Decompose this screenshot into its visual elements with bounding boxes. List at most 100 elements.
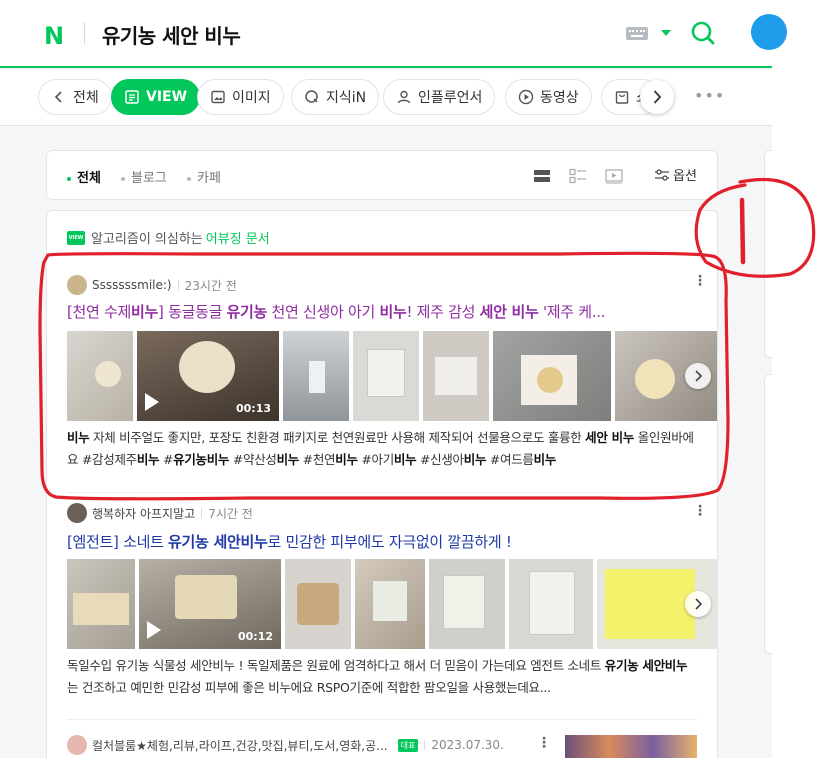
tab-label: 인플루언서 xyxy=(418,90,483,106)
filter-label: 블로그 xyxy=(131,171,167,186)
document-icon xyxy=(125,90,139,104)
result-description: 비누 자체 비주얼도 좋지만, 포장도 친환경 패키지로 천연원료만 사용해 제… xyxy=(67,430,694,467)
chevron-right-icon xyxy=(695,370,703,382)
avatar xyxy=(67,275,87,295)
results-list: VIEW 알고리즘이 의심하는 어뷰징 문서 Sssssssmile:) 23시… xyxy=(46,210,718,758)
thumbnail-image[interactable] xyxy=(67,331,133,421)
filter-blog[interactable]: 블로그 xyxy=(121,167,167,186)
video-thumbnail[interactable]: 00:12 xyxy=(139,559,281,649)
list-view-icon[interactable] xyxy=(533,168,551,184)
thumbnails-next-button[interactable] xyxy=(685,591,711,617)
tab-label: 지식iN xyxy=(326,90,367,106)
image-icon xyxy=(211,90,225,104)
divider xyxy=(67,719,697,720)
play-icon xyxy=(518,89,534,105)
thumbnail-view-icon[interactable] xyxy=(569,168,587,184)
page-right-margin xyxy=(772,0,816,758)
tab-all[interactable]: 전체 xyxy=(38,79,112,115)
keyboard-icon[interactable] xyxy=(626,27,648,40)
thumbnail-image[interactable] xyxy=(355,559,425,649)
more-options-icon[interactable]: ⋮ xyxy=(537,736,551,750)
play-icon xyxy=(147,621,161,639)
filter-label: 전체 xyxy=(77,171,101,186)
profile-button[interactable] xyxy=(751,14,787,50)
search-query-input[interactable]: 유기농 세안 비누 xyxy=(102,20,241,49)
view-badge-icon: VIEW xyxy=(67,230,85,245)
result-title[interactable]: [엠전트] 소네트 유기농 세안비누로 민감한 피부에도 자극없이 깔끔하게 ! xyxy=(67,531,697,552)
filter-cafe[interactable]: 카페 xyxy=(187,167,221,186)
search-button[interactable] xyxy=(690,20,716,46)
tab-label: 이미지 xyxy=(232,90,271,106)
thumbnail-image[interactable] xyxy=(565,735,697,758)
post-time: 7시간 전 xyxy=(208,506,253,521)
author-name: 컬처블룸★체험,리뷰,라이프,건강,맛집,뷰티,도서,영화,공... xyxy=(92,738,388,753)
caret-down-icon[interactable] xyxy=(661,30,671,36)
bag-icon xyxy=(615,91,629,104)
q-icon xyxy=(305,90,318,103)
thumbnail-image[interactable] xyxy=(283,331,349,421)
video-duration: 00:12 xyxy=(237,630,273,643)
search-header: N 유기농 세안 비누 xyxy=(0,0,787,68)
thumbnail-image[interactable] xyxy=(429,559,505,649)
result-description: 독일수입 유기농 식물성 세안비누 ! 독일제품은 원료에 엄격하다고 해서 더… xyxy=(67,658,688,695)
tab-influencer[interactable]: 인플루언서 xyxy=(383,79,496,115)
avatar xyxy=(67,735,87,755)
tab-images[interactable]: 이미지 xyxy=(197,79,284,115)
video-duration: 00:13 xyxy=(235,402,271,415)
thumbnails-next-button[interactable] xyxy=(685,363,711,389)
play-icon xyxy=(145,393,159,411)
result-author[interactable]: Sssssssmile:) 23시간 전 xyxy=(67,275,237,295)
search-icon xyxy=(691,21,715,45)
representative-badge: 대표 xyxy=(397,738,419,752)
chevron-left-icon xyxy=(54,91,62,103)
result-author[interactable]: 컬처블룸★체험,리뷰,라이프,건강,맛집,뷰티,도서,영화,공... 대표 20… xyxy=(67,735,504,755)
avatar xyxy=(67,503,87,523)
chevron-right-icon xyxy=(695,598,703,610)
options-button[interactable]: 옵션 xyxy=(655,165,697,184)
result-item: 행복하자 아프지말고 7시간 전 ⋮ [엠전트] 소네트 유기농 세안비누로 민… xyxy=(47,499,717,729)
filter-label: 카페 xyxy=(197,171,221,186)
divider xyxy=(67,492,697,493)
thumbnail-image[interactable] xyxy=(67,559,135,649)
header-divider xyxy=(84,22,85,44)
thumbnail-strip: 00:13 xyxy=(67,331,717,421)
tab-label: 전체 xyxy=(73,90,99,106)
more-tabs-icon[interactable]: ••• xyxy=(694,86,725,105)
more-options-icon[interactable]: ⋮ xyxy=(693,274,707,288)
options-label: 옵션 xyxy=(673,169,697,184)
naver-logo[interactable]: N xyxy=(44,22,64,50)
filter-all[interactable]: 전체 xyxy=(67,167,101,186)
side-panel-bottom xyxy=(764,374,772,654)
tab-view[interactable]: VIEW xyxy=(111,79,201,115)
thumbnail-image[interactable] xyxy=(285,559,351,649)
result-author[interactable]: 행복하자 아프지말고 7시간 전 xyxy=(67,503,253,523)
tab-kin[interactable]: 지식iN xyxy=(291,79,380,115)
result-item: 컬처블룸★체험,리뷰,라이프,건강,맛집,뷰티,도서,영화,공... 대표 20… xyxy=(47,731,717,758)
chevron-right-icon xyxy=(653,90,662,104)
thumbnail-strip: 00:12 xyxy=(67,559,717,649)
side-panel-top xyxy=(764,150,772,358)
thumbnail-image[interactable] xyxy=(493,331,611,421)
author-name: 행복하자 아프지말고 xyxy=(92,506,196,521)
tabs-next-button[interactable] xyxy=(640,80,674,114)
thumbnail-image[interactable] xyxy=(353,331,419,421)
video-thumbnail[interactable]: 00:13 xyxy=(137,331,279,421)
thumbnail-image[interactable] xyxy=(509,559,593,649)
tab-label: 동영상 xyxy=(540,90,579,106)
result-item: Sssssssmile:) 23시간 전 ⋮ [천연 수제비누] 동글동글 유기… xyxy=(47,263,717,495)
video-view-icon[interactable] xyxy=(605,168,623,184)
filter-bar: 전체 블로그 카페 옵션 xyxy=(46,150,718,200)
abuse-notice: VIEW 알고리즘이 의심하는 어뷰징 문서 xyxy=(67,228,270,247)
notice-highlight-link[interactable]: 어뷰징 문서 xyxy=(206,228,270,247)
author-name: Sssssssmile:) xyxy=(92,278,172,292)
tab-video[interactable]: 동영상 xyxy=(505,79,592,115)
more-options-icon[interactable]: ⋮ xyxy=(693,504,707,518)
thumbnail-image[interactable] xyxy=(423,331,489,421)
sliders-icon xyxy=(655,168,669,181)
tab-label: VIEW xyxy=(146,89,188,105)
annotation-mark xyxy=(739,197,746,265)
post-time: 2023.07.30. xyxy=(431,738,504,752)
result-title[interactable]: [천연 수제비누] 동글동글 유기농 천연 신생아 아기 비누! 제주 감성 세… xyxy=(67,301,697,322)
person-icon xyxy=(397,90,411,104)
notice-text: 알고리즘이 의심하는 xyxy=(91,232,203,247)
